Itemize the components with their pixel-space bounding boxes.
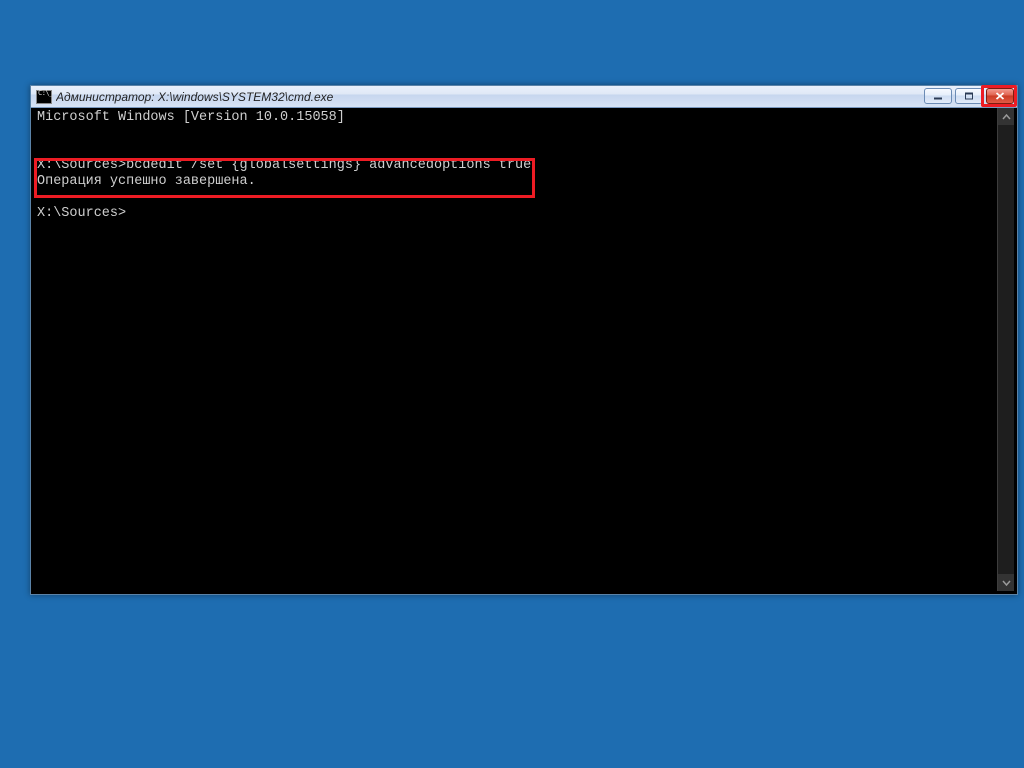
console-line: X:\Sources> bbox=[37, 206, 126, 221]
console-line: X:\Sources>bcdedit /set {globalsettings}… bbox=[37, 158, 531, 173]
minimize-icon bbox=[933, 92, 943, 100]
scroll-track[interactable] bbox=[998, 125, 1014, 574]
cmd-icon bbox=[36, 90, 52, 104]
scroll-down-button[interactable] bbox=[998, 574, 1014, 591]
chevron-up-icon bbox=[1002, 114, 1011, 120]
maximize-icon bbox=[964, 92, 974, 100]
console-body: Microsoft Windows [Version 10.0.15058] X… bbox=[34, 108, 1014, 591]
cmd-window: Администратор: X:\windows\SYSTEM32\cmd.e… bbox=[30, 85, 1018, 595]
chevron-down-icon bbox=[1002, 580, 1011, 586]
vertical-scrollbar[interactable] bbox=[997, 108, 1014, 591]
maximize-button[interactable] bbox=[955, 88, 983, 104]
minimize-button[interactable] bbox=[924, 88, 952, 104]
window-title: Администратор: X:\windows\SYSTEM32\cmd.e… bbox=[56, 90, 1017, 104]
window-buttons bbox=[924, 88, 1014, 104]
console-output[interactable]: Microsoft Windows [Version 10.0.15058] X… bbox=[34, 108, 997, 591]
close-button[interactable] bbox=[986, 88, 1014, 104]
titlebar[interactable]: Администратор: X:\windows\SYSTEM32\cmd.e… bbox=[31, 86, 1017, 108]
console-line: Microsoft Windows [Version 10.0.15058] bbox=[37, 110, 345, 125]
close-icon bbox=[995, 92, 1005, 100]
console-line: Операция успешно завершена. bbox=[37, 174, 256, 189]
scroll-up-button[interactable] bbox=[998, 108, 1014, 125]
